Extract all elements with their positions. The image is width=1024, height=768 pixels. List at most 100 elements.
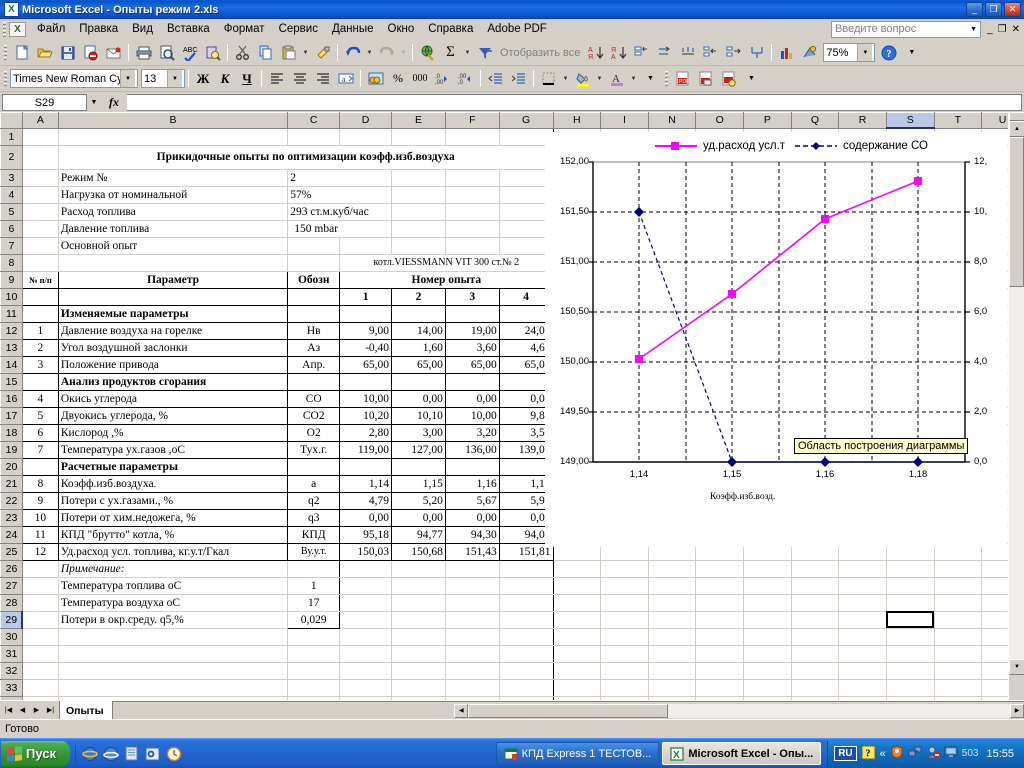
cell-E20[interactable] [391, 457, 446, 476]
cell-B10[interactable] [57, 287, 289, 306]
cell-P34[interactable] [743, 696, 792, 700]
param-symbol[interactable]: Нв [287, 321, 341, 340]
cell-D33[interactable] [339, 679, 393, 697]
cell-E6[interactable] [391, 220, 446, 238]
param-value[interactable]: 1,14 [339, 474, 393, 493]
col-header-F[interactable]: F [444, 112, 500, 129]
cell-T33[interactable] [934, 679, 983, 697]
cell-O27[interactable] [695, 577, 745, 595]
paste-icon[interactable] [277, 42, 300, 64]
cell-A33[interactable] [21, 679, 59, 697]
param-value[interactable]: 2,80 [339, 423, 393, 442]
worksheet-area[interactable]: A B C D E F G H I N O P Q R S T U 1 2 Пр… [0, 112, 1024, 700]
boiler-note[interactable]: котл.VIESSMANN VIT 300 ст.№ 2 [339, 254, 554, 272]
decrease-indent-icon[interactable] [484, 68, 507, 90]
experiment-1[interactable]: 1 [339, 287, 393, 306]
show-all-label[interactable]: Отобразить все [496, 47, 584, 59]
cell-S34[interactable] [886, 696, 935, 700]
cell-H32[interactable] [553, 662, 602, 680]
first-sheet-icon[interactable]: |◀ [2, 703, 15, 718]
param-value[interactable]: 10,00 [339, 389, 393, 408]
currency-icon[interactable] [364, 68, 387, 90]
h-scroll-right-button[interactable]: ▶ [1010, 703, 1024, 718]
col-header-I[interactable]: I [600, 112, 649, 129]
note-value[interactable]: 17 [287, 594, 341, 612]
info-value-4[interactable] [287, 237, 341, 255]
decrease-decimal-icon[interactable]: ,00,0 [454, 68, 477, 90]
row-header-6[interactable]: 6 [0, 219, 23, 238]
info-label-0[interactable]: Режим № [57, 169, 289, 187]
table-header-symbol[interactable]: Обозн [287, 270, 341, 289]
param-name[interactable]: Двуокись углерода, % [57, 406, 289, 425]
cell-Q31[interactable] [791, 645, 840, 663]
cell-C1[interactable] [287, 127, 341, 146]
cell-I27[interactable] [600, 577, 649, 595]
cell-F11[interactable] [444, 304, 500, 323]
chart-wizard-icon[interactable] [775, 42, 798, 64]
menu-adobe-pdf[interactable]: Adobe PDF [480, 21, 553, 37]
cell-A27[interactable] [21, 577, 59, 595]
cell-A5[interactable] [21, 203, 59, 221]
cell-F34[interactable] [445, 696, 500, 700]
experiment-2[interactable]: 2 [391, 287, 446, 306]
underline-button[interactable]: Ч [236, 68, 258, 89]
next-sheet-icon[interactable]: ▶ [30, 703, 43, 718]
fill-color-dropdown-icon[interactable]: ▼ [594, 68, 605, 90]
row-header-2[interactable]: 2 [0, 144, 23, 170]
cell-A15[interactable] [21, 372, 59, 391]
row-header-3[interactable]: 3 [0, 168, 23, 187]
cell-D11[interactable] [339, 304, 393, 323]
cell-R34[interactable] [838, 696, 887, 700]
consolidate-icon[interactable] [745, 42, 768, 64]
cell-G34[interactable] [499, 696, 554, 700]
vertical-scroll-thumb[interactable] [1009, 137, 1024, 287]
cell-S32[interactable] [886, 662, 935, 680]
cell-A34[interactable] [21, 696, 59, 700]
name-box-dropdown-icon[interactable]: ▼ [87, 94, 101, 111]
cell-T32[interactable] [934, 662, 983, 680]
row-header-33[interactable]: 33 [0, 678, 23, 697]
cell-N31[interactable] [648, 645, 697, 663]
param-value[interactable]: 10,10 [391, 406, 446, 425]
new-icon[interactable] [10, 42, 33, 64]
param-value[interactable]: 10,20 [339, 406, 393, 425]
cell-D30[interactable] [339, 628, 393, 646]
cell-D34[interactable] [339, 696, 393, 700]
menu-window[interactable]: Окно [381, 21, 422, 37]
ungroup-icon[interactable] [653, 42, 676, 64]
cell-Q26[interactable] [791, 560, 840, 578]
cell-A1[interactable] [21, 127, 59, 146]
cell-R28[interactable] [838, 594, 887, 612]
cell-F29[interactable] [445, 611, 500, 629]
cell-S27[interactable] [886, 577, 935, 595]
cell-E11[interactable] [391, 304, 446, 323]
cell-O29[interactable] [695, 611, 745, 629]
param-value[interactable]: 0,00 [444, 389, 500, 408]
cell-I30[interactable] [600, 628, 649, 646]
cell-N34[interactable] [648, 696, 697, 700]
scroll-up-button[interactable]: ▲ [1009, 121, 1024, 137]
param-name[interactable]: Потери от хим.недожега, % [57, 508, 289, 527]
restore-button[interactable]: ❐ [985, 2, 1002, 17]
horizontal-scroll-thumb[interactable] [468, 703, 669, 718]
table-row[interactable]: 33 [0, 678, 1024, 697]
param-name[interactable]: Температура ух.газов ,оС [57, 440, 289, 459]
cell-R26[interactable] [838, 560, 887, 578]
param-name[interactable]: Положение привода [57, 355, 289, 374]
cell-S33[interactable] [886, 679, 935, 697]
drawing-icon[interactable] [798, 42, 821, 64]
align-right-icon[interactable] [311, 68, 334, 90]
font-color-dropdown-icon[interactable]: ▼ [628, 68, 639, 90]
row-header-34[interactable]: 34 [0, 695, 23, 700]
param-value[interactable]: 65,00 [391, 355, 446, 374]
borders-icon[interactable] [537, 68, 560, 90]
cell-A4[interactable] [21, 186, 59, 204]
row-header-30[interactable]: 30 [0, 627, 23, 646]
align-center-icon[interactable] [288, 68, 311, 90]
convert-to-pdf-icon[interactable]: PDF [671, 68, 694, 90]
cell-E27[interactable] [391, 577, 446, 595]
cell-D15[interactable] [339, 372, 393, 391]
standard-toolbar-grip[interactable] [4, 45, 7, 60]
cell-C34[interactable] [287, 696, 341, 700]
ie-icon-2[interactable] [102, 745, 120, 763]
